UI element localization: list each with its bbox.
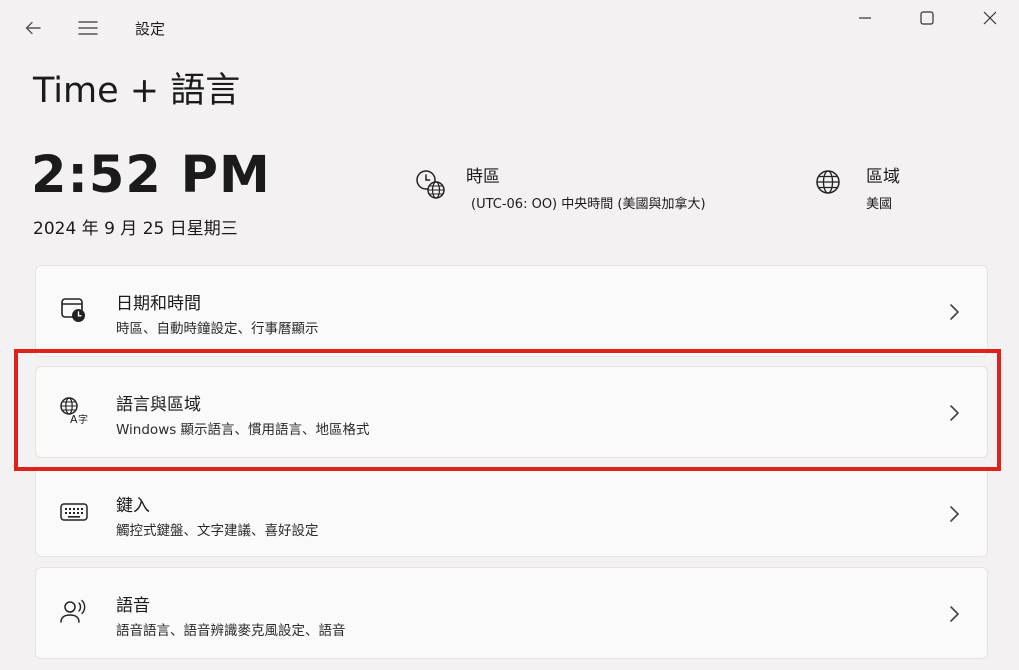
- current-time: 2:52 PM: [31, 146, 271, 205]
- speech-icon: [58, 596, 90, 628]
- timezone-value: (UTC-06: OO) 中央時間 (美國與加拿大): [471, 197, 706, 212]
- timezone-clock-globe-icon: [414, 168, 446, 200]
- globe-icon: [812, 168, 844, 200]
- date-time-title: 日期和時間: [116, 294, 201, 314]
- chevron-right-icon: [946, 504, 962, 524]
- typing-card[interactable]: 鍵入 觸控式鍵盤、文字建議、喜好設定: [35, 467, 988, 557]
- date-time-subtitle: 時區、自動時鐘設定、行事曆顯示: [116, 321, 319, 337]
- timezone-info: 時區 (UTC-06: OO) 中央時間 (美國與加拿大): [414, 160, 706, 212]
- title-bar: 設定: [0, 0, 1019, 56]
- date-time-card[interactable]: 日期和時間 時區、自動時鐘設定、行事曆顯示: [35, 265, 988, 357]
- region-info: 區域 美國: [812, 160, 900, 212]
- chevron-right-icon: [946, 302, 962, 322]
- typing-title: 鍵入: [116, 496, 150, 516]
- speech-subtitle: 語音語言、語音辨識麥克風設定、語音: [116, 623, 346, 639]
- current-date: 2024 年 9 月 25 日星期三: [33, 219, 238, 239]
- minimize-button[interactable]: [842, 4, 888, 32]
- app-title: 設定: [135, 20, 166, 38]
- keyboard-icon: [58, 496, 90, 528]
- highlight-box: [14, 349, 1001, 471]
- region-value: 美國: [866, 197, 893, 212]
- maximize-button[interactable]: [904, 4, 950, 32]
- back-arrow-icon[interactable]: [17, 12, 49, 44]
- typing-subtitle: 觸控式鍵盤、文字建議、喜好設定: [116, 523, 319, 539]
- speech-title: 語音: [116, 596, 150, 616]
- speech-card[interactable]: 語音 語音語言、語音辨識麥克風設定、語音: [35, 567, 988, 659]
- page-title: Time + 語言: [33, 71, 241, 111]
- chevron-right-icon: [946, 604, 962, 624]
- hamburger-menu-icon[interactable]: [72, 12, 104, 44]
- timezone-label: 時區: [466, 167, 500, 187]
- calendar-clock-icon: [58, 294, 90, 326]
- region-label: 區域: [866, 167, 900, 187]
- close-button[interactable]: [967, 4, 1013, 32]
